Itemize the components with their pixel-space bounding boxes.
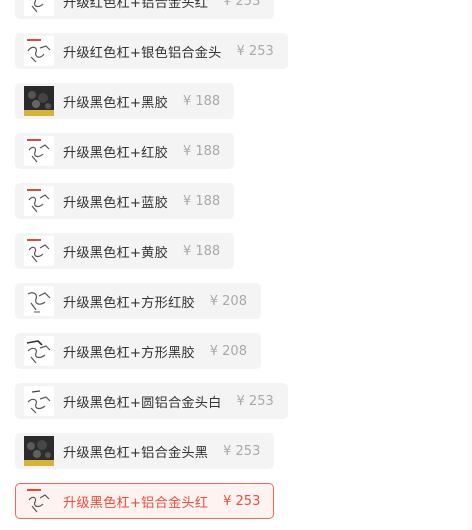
- sku-option-price: ¥ 208: [209, 343, 247, 359]
- sku-option-label: 升级红色杠+铝合金头红: [63, 0, 209, 11]
- sku-option-price: ¥ 188: [182, 143, 221, 159]
- sketch-thumbnail-icon: [24, 136, 54, 166]
- sketch-thumbnail-icon: [24, 0, 54, 16]
- sku-option-label: 升级黑色杠+黑胶: [63, 95, 168, 111]
- sku-option-label: 升级黑色杠+红胶: [63, 145, 168, 161]
- sku-option-price: ¥ 188: [182, 93, 221, 109]
- right-edge-divider: [468, 0, 472, 530]
- sku-option-price: ¥ 208: [209, 293, 247, 309]
- sku-option-price: ¥ 188: [182, 193, 221, 209]
- sku-option-5[interactable]: 升级黑色杠+蓝胶 ¥ 188: [15, 183, 235, 219]
- sku-option-label: 升级黑色杠+铝合金头红: [63, 495, 209, 511]
- sku-option-label: 升级红色杠+银色铝合金头: [63, 45, 222, 61]
- sku-option-6[interactable]: 升级黑色杠+黄胶 ¥ 188: [15, 233, 235, 269]
- sku-option-label: 升级黑色杠+铝合金头黑: [63, 445, 209, 461]
- sku-option-4[interactable]: 升级黑色杠+红胶 ¥ 188: [15, 133, 235, 169]
- sku-option-8[interactable]: 升级黑色杠+方形黑胶 ¥ 208: [15, 333, 261, 369]
- sku-option-label: 升级黑色杠+圆铝合金头白: [63, 395, 222, 411]
- sku-option-10[interactable]: 升级黑色杠+铝合金头黑 ¥ 253: [15, 433, 275, 469]
- sketch-thumbnail-icon: [24, 286, 54, 316]
- sketch-thumbnail-icon: [24, 186, 54, 216]
- sketch-thumbnail-icon: [24, 36, 54, 66]
- photo-thumbnail-icon: [24, 436, 54, 466]
- sku-option-label: 升级黑色杠+方形黑胶: [63, 345, 195, 361]
- sku-option-1[interactable]: 升级红色杠+铝合金头红 ¥ 253: [15, 0, 275, 19]
- sku-option-price: ¥ 253: [223, 493, 261, 509]
- sketch-thumbnail-icon: [24, 386, 54, 416]
- photo-thumbnail-icon: [24, 86, 54, 116]
- sku-option-price: ¥ 253: [223, 0, 261, 9]
- sku-option-label: 升级黑色杠+蓝胶: [63, 195, 168, 211]
- sku-option-3[interactable]: 升级黑色杠+黑胶 ¥ 188: [15, 83, 235, 119]
- sketch-thumbnail-icon: [24, 336, 54, 366]
- sku-option-price: ¥ 188: [182, 243, 221, 259]
- sku-option-label: 升级黑色杠+黄胶: [63, 245, 168, 261]
- sku-option-label: 升级黑色杠+方形红胶: [63, 295, 195, 311]
- sku-option-price: ¥ 253: [236, 43, 274, 59]
- sku-option-2[interactable]: 升级红色杠+银色铝合金头 ¥ 253: [15, 33, 288, 69]
- sketch-thumbnail-icon: [24, 236, 54, 266]
- sku-option-price: ¥ 253: [236, 393, 274, 409]
- sku-option-11-selected[interactable]: 升级黑色杠+铝合金头红 ¥ 253: [15, 483, 275, 519]
- sku-option-price: ¥ 253: [223, 443, 261, 459]
- sku-option-7[interactable]: 升级黑色杠+方形红胶 ¥ 208: [15, 283, 261, 319]
- sketch-thumbnail-icon: [24, 486, 54, 516]
- sku-option-9[interactable]: 升级黑色杠+圆铝合金头白 ¥ 253: [15, 383, 288, 419]
